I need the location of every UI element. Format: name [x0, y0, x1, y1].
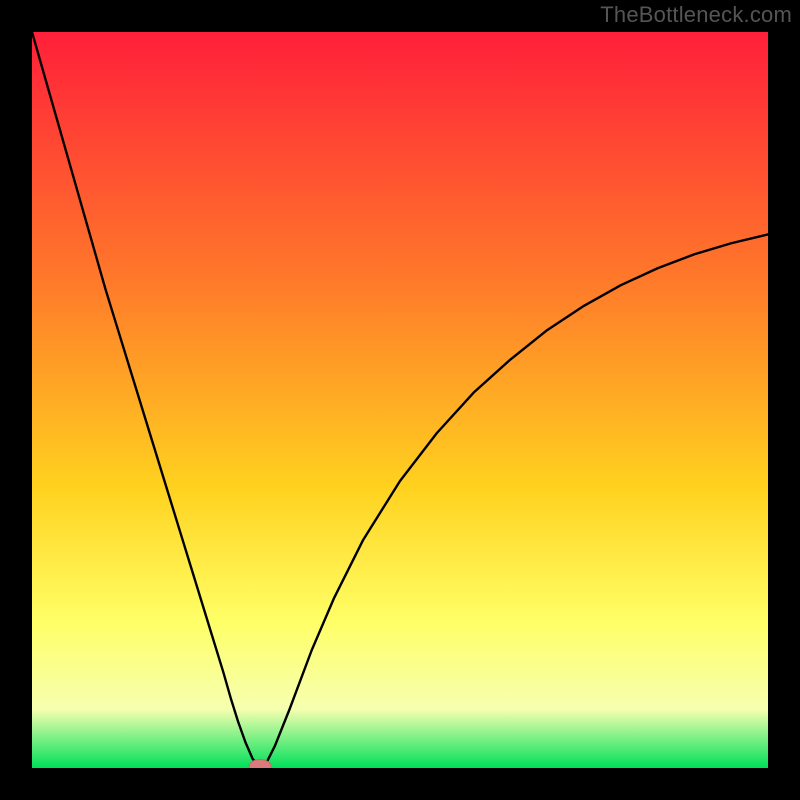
- gradient-background: [32, 32, 768, 768]
- watermark-text: TheBottleneck.com: [600, 2, 792, 28]
- bottleneck-chart: [32, 32, 768, 768]
- chart-frame: TheBottleneck.com: [0, 0, 800, 800]
